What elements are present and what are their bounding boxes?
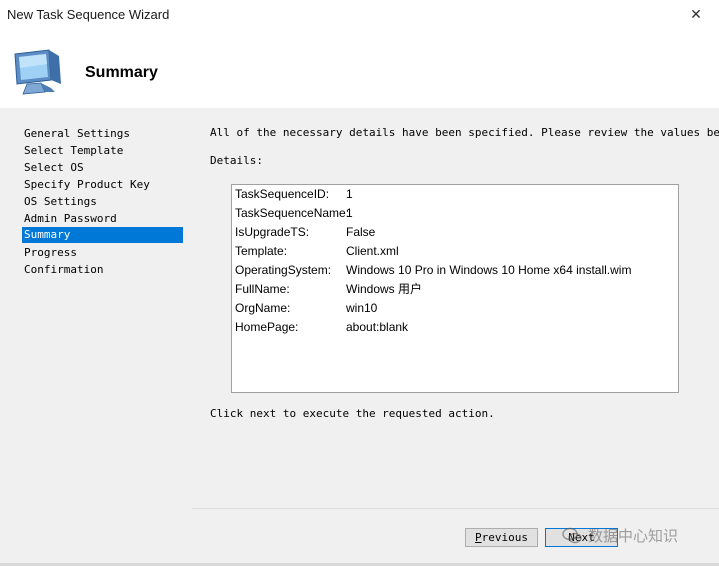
detail-value: False: [346, 225, 376, 239]
nav-item-specify-product-key[interactable]: Specify Product Key: [22, 177, 183, 193]
detail-value: about:blank: [346, 320, 409, 334]
detail-value: Windows 10 Pro in Windows 10 Home x64 in…: [346, 263, 632, 277]
previous-button[interactable]: Previous: [465, 528, 538, 547]
nav-item-confirmation[interactable]: Confirmation: [22, 262, 183, 278]
detail-key: Template:: [235, 244, 288, 258]
nav-item-os-settings[interactable]: OS Settings: [22, 194, 183, 210]
nav-item-general-settings[interactable]: General Settings: [22, 126, 183, 142]
detail-key: HomePage:: [235, 320, 299, 334]
detail-key: TaskSequenceID:: [235, 187, 330, 201]
page-title: Summary: [85, 64, 158, 81]
detail-value: 1: [346, 187, 353, 201]
footer-instruction: Click next to execute the requested acti…: [210, 407, 495, 420]
title-bar: New Task Sequence Wizard ✕: [0, 0, 719, 30]
detail-key: OperatingSystem:: [235, 263, 332, 277]
watermark: 数据中心知识: [562, 525, 678, 546]
close-button[interactable]: ✕: [673, 0, 719, 30]
detail-value: Windows 用户: [346, 282, 423, 296]
intro-text: All of the necessary details have been s…: [210, 126, 719, 139]
watermark-text: 数据中心知识: [588, 527, 679, 545]
main-panel: All of the necessary details have been s…: [192, 108, 719, 508]
details-label: Details:: [210, 154, 263, 167]
nav-item-summary[interactable]: Summary: [22, 227, 183, 243]
detail-key: IsUpgradeTS:: [235, 225, 310, 239]
nav-item-select-os[interactable]: Select OS: [22, 160, 183, 176]
window-title: New Task Sequence Wizard: [7, 7, 170, 22]
detail-key: FullName:: [235, 282, 290, 296]
wizard-steps-nav: General Settings Select Template Select …: [0, 108, 189, 566]
close-icon: ✕: [690, 7, 702, 23]
detail-value: 1: [346, 206, 353, 220]
computer-monitor-icon: [14, 49, 61, 95]
detail-key: TaskSequenceName:: [235, 206, 350, 220]
detail-value: Client.xml: [346, 244, 399, 258]
detail-key: OrgName:: [235, 301, 291, 315]
wechat-icon: [562, 527, 582, 543]
details-list[interactable]: TaskSequenceID: 1 TaskSequenceName: 1 Is…: [231, 184, 679, 393]
nav-item-select-template[interactable]: Select Template: [22, 143, 183, 159]
nav-item-progress[interactable]: Progress: [22, 245, 183, 261]
nav-item-admin-password[interactable]: Admin Password: [22, 211, 183, 227]
detail-value: win10: [346, 301, 378, 315]
wizard-header: Summary: [0, 30, 719, 108]
